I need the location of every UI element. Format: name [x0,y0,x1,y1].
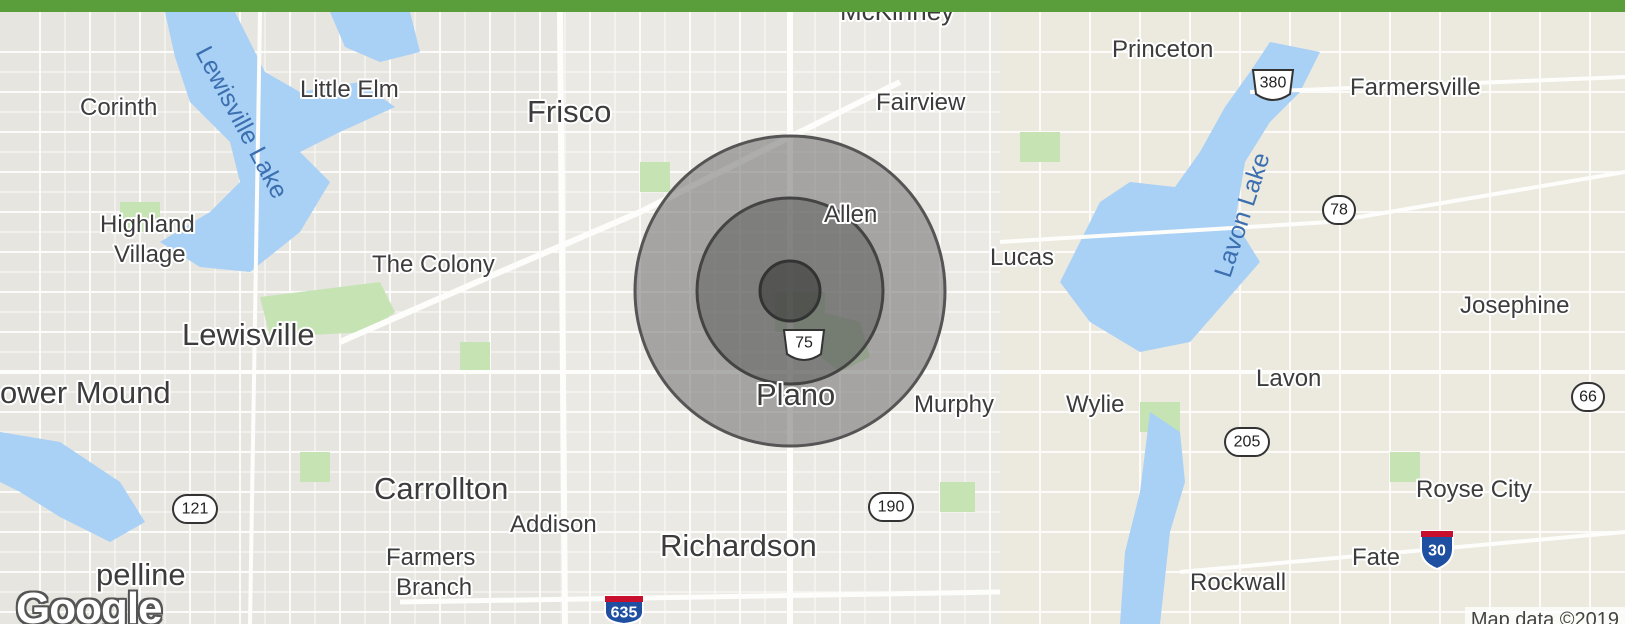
place-highland-village-line1: Highland [100,211,195,238]
shield-i30: 30 [1420,530,1454,571]
svg-text:380: 380 [1260,75,1287,92]
shield-tx66: 66 [1571,382,1605,412]
place-farmersville: Farmersville [1350,74,1481,101]
inner-radius-circle[interactable] [758,259,822,323]
shield-us75: 75 [782,329,826,361]
svg-text:75: 75 [795,335,813,352]
place-murphy: Murphy [914,391,994,418]
place-mckinney: McKinney [840,12,954,26]
place-josephine: Josephine [1460,292,1569,319]
svg-text:66: 66 [1579,389,1597,406]
place-plano: Plano [756,377,835,412]
svg-text:635: 635 [611,605,638,622]
place-farmers-branch-line1: Farmers [386,544,475,571]
place-flower-mound: ower Mound [0,375,171,410]
place-fate: Fate [1352,544,1400,571]
place-lewisville: Lewisville [182,317,315,352]
place-corinth: Corinth [80,94,157,121]
place-princeton: Princeton [1112,36,1213,63]
place-allen: Allen [824,201,877,228]
map-canvas[interactable]: Lewisville Lake Lavon Lake McKinney Prin… [0,12,1625,624]
place-wylie: Wylie [1066,391,1124,418]
map-attribution[interactable]: Map data ©2019 [1464,607,1625,624]
place-farmers-branch-line2: Branch [396,574,472,601]
svg-text:190: 190 [878,499,905,516]
map-widget: Lewisville Lake Lavon Lake McKinney Prin… [0,0,1625,630]
shield-tx78: 78 [1322,195,1356,225]
place-richardson: Richardson [660,528,817,563]
place-lavon: Lavon [1256,365,1321,392]
svg-text:121: 121 [182,501,209,518]
shield-tx205: 205 [1224,427,1270,457]
map-svg: Lewisville Lake Lavon Lake McKinney Prin… [0,12,1625,624]
place-royse-city: Royse City [1416,476,1532,503]
place-addison: Addison [510,511,597,538]
place-rockwall: Rockwall [1190,569,1286,596]
google-logo[interactable]: Google [16,584,163,624]
place-carrollton: Carrollton [374,471,508,506]
place-lucas: Lucas [990,244,1054,271]
shield-tx190: 190 [868,492,914,522]
place-highland-village-line2: Village [114,241,186,268]
place-little-elm: Little Elm [300,76,399,103]
svg-text:78: 78 [1330,202,1348,219]
svg-text:30: 30 [1428,543,1446,560]
svg-text:205: 205 [1234,434,1261,451]
shield-tx121: 121 [172,494,218,524]
place-the-colony: The Colony [372,251,495,278]
shield-i635: 635 [604,595,644,624]
shield-us380: 380 [1251,69,1295,101]
place-frisco: Frisco [527,94,611,129]
top-accent-bar [0,0,1625,12]
place-fairview: Fairview [876,89,966,116]
